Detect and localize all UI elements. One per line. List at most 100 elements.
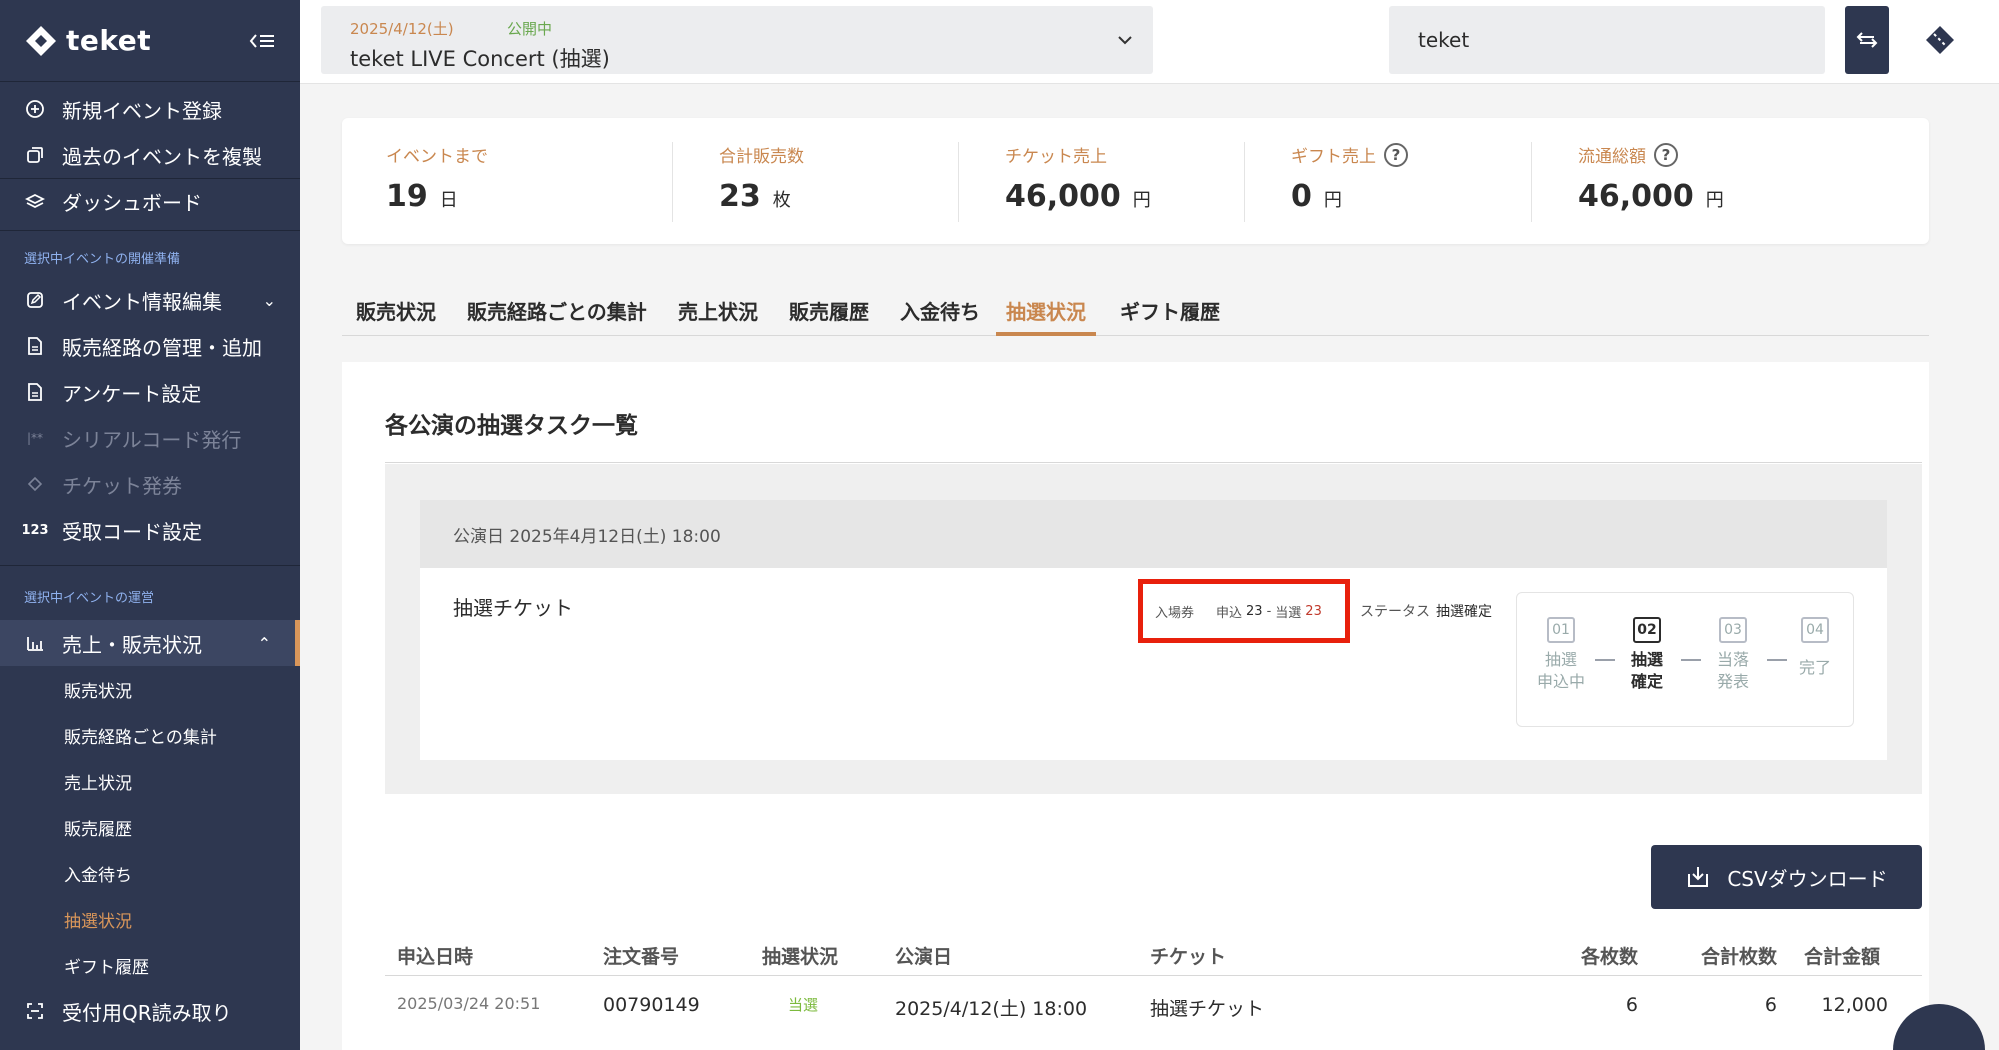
- help-icon[interactable]: ?: [1654, 142, 1678, 167]
- stat-value: 46,000 円: [1578, 179, 1724, 214]
- column-header[interactable]: 申込日時: [397, 942, 473, 969]
- lottery-panel: 各公演の抽選タスク一覧 公演日 2025年4月12日(土) 18:00 抽選チケ…: [342, 362, 1929, 1050]
- document-icon: [24, 335, 46, 357]
- column-header[interactable]: 抽選状況: [762, 942, 838, 969]
- cell-amount: 12,000: [1821, 994, 1888, 1016]
- tab-revenue[interactable]: 売上状況: [678, 296, 758, 336]
- cell-qty: 6: [1764, 994, 1777, 1016]
- step-connector: [1595, 659, 1615, 661]
- apply-label: 申込: [1216, 605, 1243, 621]
- logo-row: teket: [0, 0, 300, 82]
- swap-arrows-icon: [1856, 32, 1878, 48]
- tab-gift-history[interactable]: ギフト履歴: [1120, 296, 1220, 336]
- divider: [1244, 142, 1245, 222]
- stat-label: 合計販売数: [719, 147, 804, 167]
- download-icon: [1688, 867, 1709, 887]
- column-header[interactable]: 合計枚数: [1701, 942, 1777, 969]
- copy-icon: [24, 144, 46, 166]
- event-title: teket LIVE Concert (抽選): [350, 47, 610, 71]
- cell-order[interactable]: 00790149: [603, 994, 700, 1016]
- switch-organization-button[interactable]: [1845, 6, 1889, 74]
- section-label-ops: 選択中イベントの運営: [24, 590, 155, 606]
- cell-date: 2025/03/24 20:51: [397, 994, 541, 1013]
- sidebar-item-label: チケット発券: [62, 473, 182, 498]
- sidebar-item-duplicate[interactable]: 過去のイベントを複製: [0, 132, 300, 178]
- teket-logo-icon: [26, 25, 56, 56]
- sidebar-subitem[interactable]: 売上状況: [0, 758, 300, 804]
- sidebar-item-label: シリアルコード発行: [62, 427, 242, 452]
- column-header[interactable]: 公演日: [895, 942, 952, 969]
- win-count: 23: [1305, 603, 1322, 619]
- tab-channel-summary[interactable]: 販売経路ごとの集計: [467, 296, 647, 336]
- chevron-up-icon: ⌃: [257, 633, 271, 653]
- sidebar-item-edit-event[interactable]: イベント情報編集 ⌄: [0, 277, 300, 323]
- lottery-status: ステータス 抽選確定: [1360, 604, 1492, 620]
- application-counts: 入場券 申込 23 - 当選 23: [1138, 579, 1350, 643]
- event-selector[interactable]: 2025/4/12(土) 公開中 teket LIVE Concert (抽選): [321, 6, 1153, 74]
- csv-download-button[interactable]: CSVダウンロード: [1651, 845, 1922, 909]
- sidebar-item-serial: |** シリアルコード発行: [0, 415, 300, 461]
- step-02-current: 02 抽選 確定: [1619, 617, 1675, 693]
- step-03: 03 当落 発表: [1705, 617, 1761, 693]
- plus-circle-icon: [24, 98, 46, 120]
- ticket-type: 入場券: [1155, 605, 1195, 621]
- tab-sales-status[interactable]: 販売状況: [356, 296, 436, 336]
- sidebar-item-qr[interactable]: 受付用QR読み取り: [0, 988, 300, 1034]
- column-header[interactable]: 注文番号: [603, 942, 679, 969]
- column-header[interactable]: チケット: [1150, 942, 1226, 969]
- stat-value: 23 枚: [719, 179, 791, 214]
- sidebar-item-channels[interactable]: 販売経路の管理・追加: [0, 323, 300, 369]
- stat-label: 流通総額?: [1578, 142, 1724, 167]
- ticket-icon: [24, 473, 46, 495]
- numbers-icon: 123: [21, 522, 49, 538]
- organization-name: teket: [1418, 28, 1470, 52]
- divider: [1531, 142, 1532, 222]
- sidebar: teket 新規イベント登録 過去のイベントを複製 ダッシュボード 選択中イベン…: [0, 0, 300, 1050]
- sidebar-item-label: イベント情報編集: [62, 289, 222, 314]
- sidebar-item-sales[interactable]: 売上・販売状況 ⌃: [0, 620, 300, 666]
- help-icon[interactable]: ?: [1384, 142, 1408, 167]
- stat-label: ギフト売上?: [1291, 142, 1408, 167]
- sidebar-subitem[interactable]: 販売経路ごとの集計: [0, 712, 300, 758]
- stat-gift-sales: ギフト売上? 0円: [1291, 142, 1408, 222]
- stat-label: チケット売上: [1005, 147, 1107, 167]
- sidebar-subitem[interactable]: ギフト履歴: [0, 942, 300, 988]
- stat-total: 流通総額? 46,000 円: [1578, 142, 1724, 222]
- sidebar-item-label: 過去のイベントを複製: [62, 144, 262, 169]
- sidebar-subitem[interactable]: 入金待ち: [0, 850, 300, 896]
- step-01: 01 抽選 申込中: [1533, 617, 1589, 693]
- sidebar-item-survey[interactable]: アンケート設定: [0, 369, 300, 415]
- column-header[interactable]: 各枚数: [1581, 942, 1638, 969]
- collapse-sidebar-icon[interactable]: [248, 31, 276, 51]
- sidebar-item-label: 受付用QR読み取り: [62, 1000, 232, 1025]
- chevron-down-icon: ⌄: [262, 290, 276, 310]
- step-connector: [1767, 659, 1787, 661]
- sidebar-subitem[interactable]: 販売状況: [0, 666, 300, 712]
- sidebar-item-label: アンケート設定: [62, 381, 202, 406]
- sidebar-item-label: 新規イベント登録: [62, 98, 222, 123]
- logo-text[interactable]: teket: [66, 24, 151, 57]
- stat-sold: 合計販売数 23 枚: [719, 142, 804, 222]
- serial-icon: |**: [26, 431, 44, 445]
- sidebar-subitem[interactable]: 販売履歴: [0, 804, 300, 850]
- table-header: 申込日時 注文番号 抽選状況 公演日 チケット 各枚数 合計枚数 合計金額: [385, 932, 1922, 976]
- cell-each: 6: [1625, 994, 1638, 1016]
- sidebar-item-receive-code[interactable]: 123 受取コード設定: [0, 507, 300, 553]
- sidebar-item-dashboard[interactable]: ダッシュボード: [0, 178, 300, 224]
- tab-history[interactable]: 販売履歴: [789, 296, 869, 336]
- sidebar-item-new-event[interactable]: 新規イベント登録: [0, 86, 300, 132]
- divider: [958, 142, 959, 222]
- teket-brand-icon[interactable]: [1920, 20, 1960, 60]
- tab-lottery-status[interactable]: 抽選状況: [996, 296, 1096, 336]
- column-header[interactable]: 合計金額: [1804, 942, 1880, 969]
- table-row[interactable]: 2025/03/24 20:51 00790149 当選 2025/4/12(土…: [385, 976, 1922, 1036]
- document-icon: [24, 381, 46, 403]
- tab-pending-payment[interactable]: 入金待ち: [900, 296, 980, 336]
- lottery-steps: 01 抽選 申込中 02 抽選 確定 03 当落 発表 04 完了: [1516, 592, 1854, 727]
- event-date: 2025/4/12(土): [350, 20, 454, 38]
- layers-icon: [24, 191, 46, 213]
- qr-scan-icon: [24, 1000, 46, 1022]
- sidebar-subitem-current[interactable]: 抽選状況: [0, 896, 300, 942]
- sidebar-item-label: ダッシュボード: [62, 191, 202, 215]
- performance-list: 公演日 2025年4月12日(土) 18:00 抽選チケット 入場券 申込 23…: [385, 464, 1922, 794]
